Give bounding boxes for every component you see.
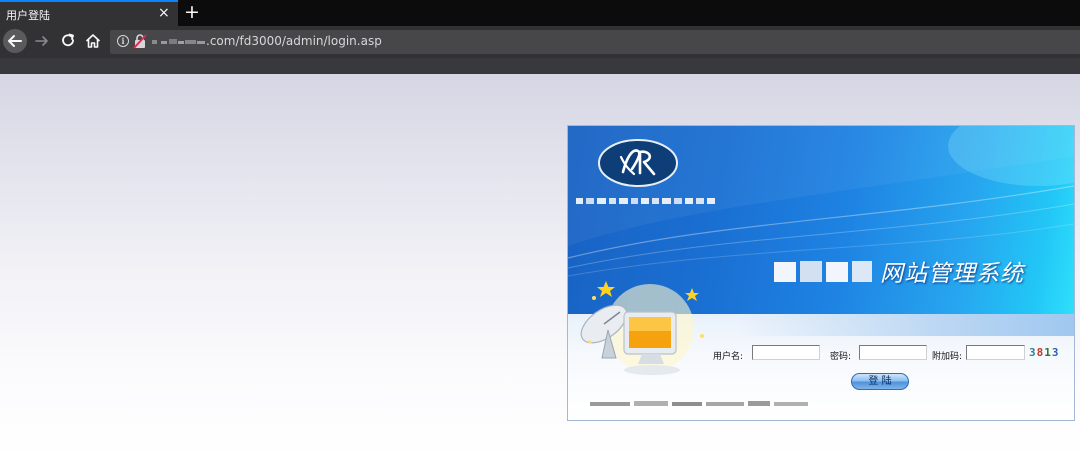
tab-title: 用户登陆 (6, 9, 50, 22)
insecure-lock-icon[interactable] (133, 34, 147, 49)
reload-button[interactable] (58, 31, 78, 51)
back-arrow-icon (8, 35, 22, 47)
tab-strip: 用户登陆 × + (0, 0, 1080, 26)
blurred-domain (152, 39, 205, 44)
captcha-image: 3813 (1029, 346, 1060, 359)
satellite-computer-illustration (580, 281, 704, 385)
url-text: .com/fd3000/admin/login.asp (206, 34, 382, 48)
home-icon (85, 34, 101, 48)
blurred-footer-text (590, 401, 808, 406)
username-label: 用户名: (713, 352, 744, 362)
form-area-band (738, 314, 1074, 336)
password-label: 密码: (830, 352, 852, 362)
navigation-toolbar: i .com/fd3000/admin/login.asp (0, 26, 1080, 58)
blurred-title-prefix (774, 261, 872, 282)
info-icon[interactable]: i (117, 35, 129, 47)
login-button[interactable]: 登 陆 (851, 373, 909, 390)
system-title: 网站管理系统 (880, 254, 1024, 288)
home-button[interactable] (83, 31, 103, 51)
company-logo (598, 139, 678, 187)
address-bar[interactable]: i .com/fd3000/admin/login.asp (110, 30, 1080, 54)
blurred-company-name (576, 198, 715, 204)
captcha-digit: 3 (1051, 346, 1060, 359)
tab-login[interactable]: 用户登陆 × (0, 0, 178, 26)
captcha-label: 附加码: (932, 352, 963, 362)
reload-icon (62, 33, 74, 47)
captcha-input[interactable] (966, 345, 1025, 360)
system-title-text: 网站管理系统 (880, 261, 1024, 287)
toolbar-strip (0, 58, 1080, 74)
captcha-digit: 8 (1036, 346, 1045, 359)
captcha-digit: 1 (1044, 346, 1052, 359)
page-background: 网站管理系统 用户名: 密码: 附加码: 3813 登 陆 (0, 74, 1080, 459)
login-panel: 网站管理系统 用户名: 密码: 附加码: 3813 登 陆 (567, 125, 1075, 421)
captcha-digit: 3 (1029, 346, 1037, 359)
back-button[interactable] (3, 29, 27, 53)
forward-arrow-icon (35, 36, 48, 46)
forward-button[interactable] (32, 31, 52, 51)
password-input[interactable] (859, 345, 927, 360)
username-input[interactable] (752, 345, 820, 360)
close-icon[interactable]: × (158, 5, 170, 21)
plus-icon[interactable]: + (184, 1, 200, 23)
